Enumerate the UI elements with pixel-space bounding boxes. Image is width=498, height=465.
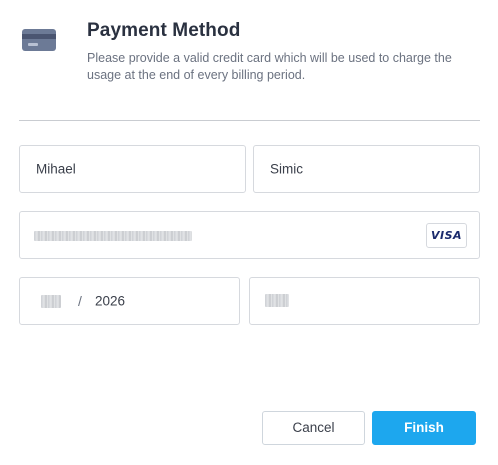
expiry-date-field[interactable]: / 2026 <box>19 277 240 325</box>
cancel-button[interactable]: Cancel <box>262 411 365 445</box>
page-title: Payment Method <box>87 20 241 41</box>
first-name-value: Mihael <box>36 161 76 177</box>
card-number-redacted <box>34 231 192 241</box>
credit-card-icon <box>22 29 56 51</box>
visa-icon: VISA <box>426 223 467 248</box>
last-name-value: Simic <box>270 161 303 177</box>
cvc-redacted <box>265 294 289 307</box>
cvc-field[interactable] <box>249 277 480 325</box>
last-name-field[interactable]: Simic <box>253 145 480 193</box>
finish-button[interactable]: Finish <box>372 411 476 445</box>
payment-method-header: Payment Method Please provide a valid cr… <box>0 0 498 100</box>
page-subtitle: Please provide a valid credit card which… <box>87 51 452 82</box>
first-name-field[interactable]: Mihael <box>19 145 246 193</box>
expiry-year-value: 2026 <box>95 293 126 309</box>
expiry-separator: / <box>78 293 82 309</box>
card-number-field[interactable]: VISA <box>19 211 480 259</box>
expiry-month-redacted <box>41 295 61 308</box>
divider <box>19 120 480 121</box>
